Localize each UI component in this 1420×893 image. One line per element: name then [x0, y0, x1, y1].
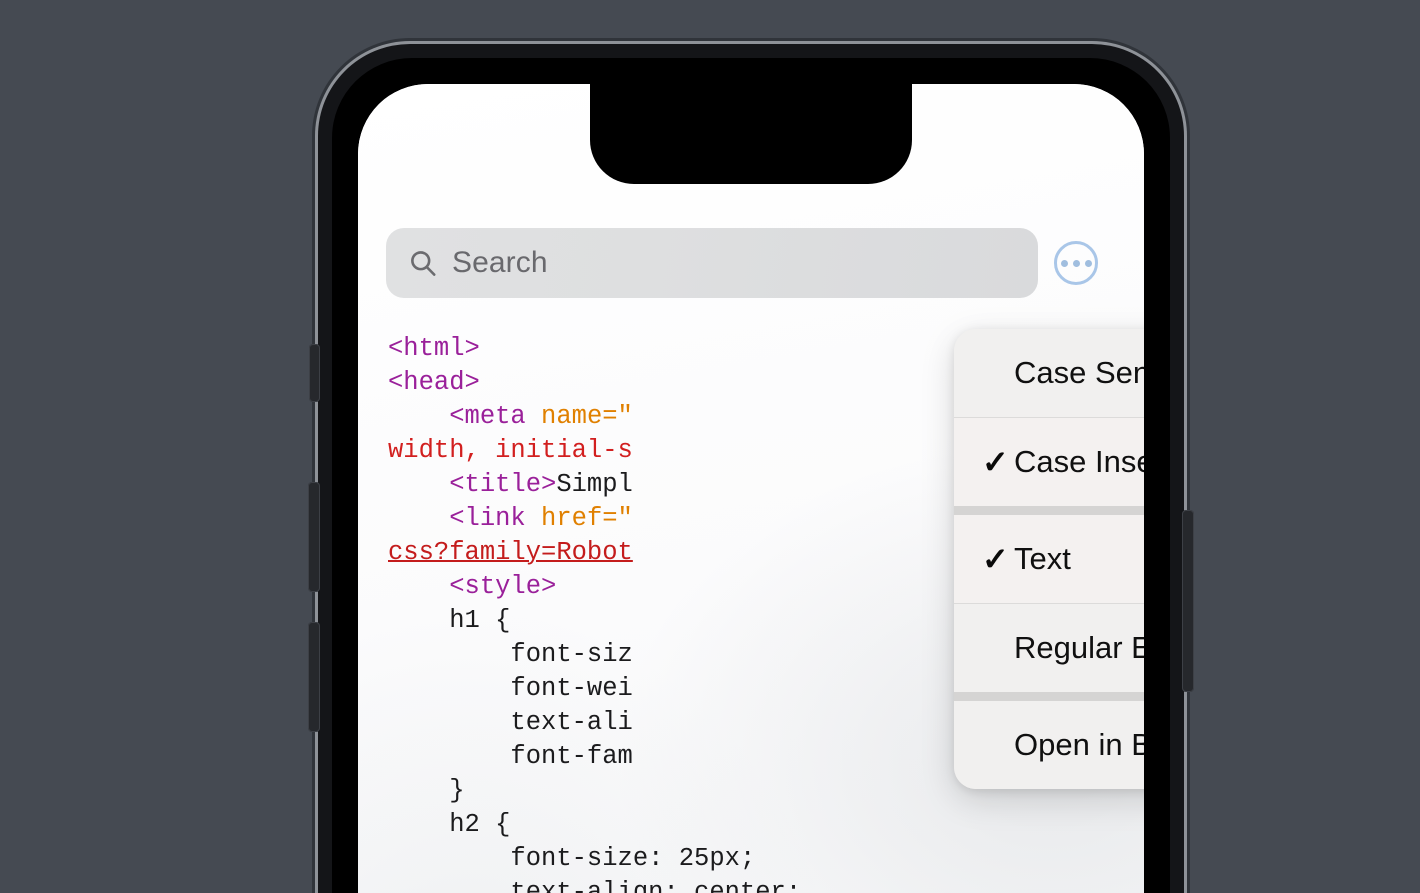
code-token: <html> [388, 334, 480, 363]
ellipsis-dot [1084, 259, 1092, 267]
code-token: Simpl [556, 470, 633, 499]
menu-item-regular-expression[interactable]: Regular Expression [954, 604, 1144, 692]
menu-group-separator [954, 506, 1144, 515]
code-token: h2 { [388, 810, 511, 839]
search-icon [411, 251, 436, 276]
menu-item-label: Open in Browser [1014, 727, 1144, 762]
ellipsis-dot [1072, 259, 1080, 267]
phone-screen: Search <html> <head> <meta name=" width, i… [358, 84, 1144, 893]
code-token: font-fam [388, 742, 633, 771]
code-line: text-align: center; [388, 876, 1144, 893]
code-token: css?family=Robot [388, 538, 633, 567]
code-token: h1 { [388, 606, 511, 635]
volume-up-button[interactable] [308, 482, 320, 592]
code-token: <style> [388, 572, 557, 601]
menu-item-open-in-browser[interactable]: Open in Browser [954, 701, 1144, 789]
code-token: font-siz [388, 640, 633, 669]
search-input[interactable]: Search [386, 228, 1038, 298]
code-line: font-size: 25px; [388, 842, 1144, 876]
code-token: <title> [388, 470, 557, 499]
code-token: name=" [541, 402, 633, 431]
search-options-context-menu: Case Sensitive✓Case Insensitive✓TextRegu… [954, 329, 1144, 789]
code-token: width, initial-s [388, 436, 633, 465]
code-token: text-align: center; [388, 878, 802, 893]
checkmark-icon: ✓ [982, 444, 1009, 480]
menu-item-case-sensitive[interactable]: Case Sensitive [954, 329, 1144, 417]
code-token: <link [388, 504, 542, 533]
phone-bezel: Search <html> <head> <meta name=" width, i… [332, 58, 1170, 893]
phone-device-frame: Search <html> <head> <meta name=" width, i… [308, 44, 1194, 893]
menu-item-case-insensitive[interactable]: ✓Case Insensitive [954, 418, 1144, 506]
menu-item-label: Text [1014, 541, 1071, 576]
code-line: h2 { [388, 808, 1144, 842]
power-button[interactable] [1182, 510, 1194, 692]
search-placeholder-text: Search [452, 246, 548, 279]
checkmark-icon: ✓ [982, 541, 1009, 577]
code-token: font-wei [388, 674, 633, 703]
code-token: text-ali [388, 708, 633, 737]
search-toolbar: Search [386, 228, 1098, 298]
menu-item-label: Case Sensitive [1014, 355, 1144, 390]
code-token: <head> [388, 368, 480, 397]
menu-group-separator [954, 692, 1144, 701]
code-token: } [388, 776, 465, 805]
mute-switch-button[interactable] [309, 344, 320, 402]
menu-item-label: Regular Expression [1014, 630, 1144, 665]
code-token: href=" [541, 504, 633, 533]
ellipsis-circle-icon[interactable] [1054, 241, 1098, 285]
phone-notch [590, 84, 912, 184]
screenshot-stage: Search <html> <head> <meta name=" width, i… [0, 0, 1420, 893]
code-token: font-size: 25px; [388, 844, 756, 873]
volume-down-button[interactable] [308, 622, 320, 732]
menu-item-label: Case Insensitive [1014, 444, 1144, 479]
code-token: <meta [388, 402, 542, 431]
menu-item-text[interactable]: ✓ Text [954, 515, 1144, 603]
ellipsis-dot [1060, 259, 1068, 267]
